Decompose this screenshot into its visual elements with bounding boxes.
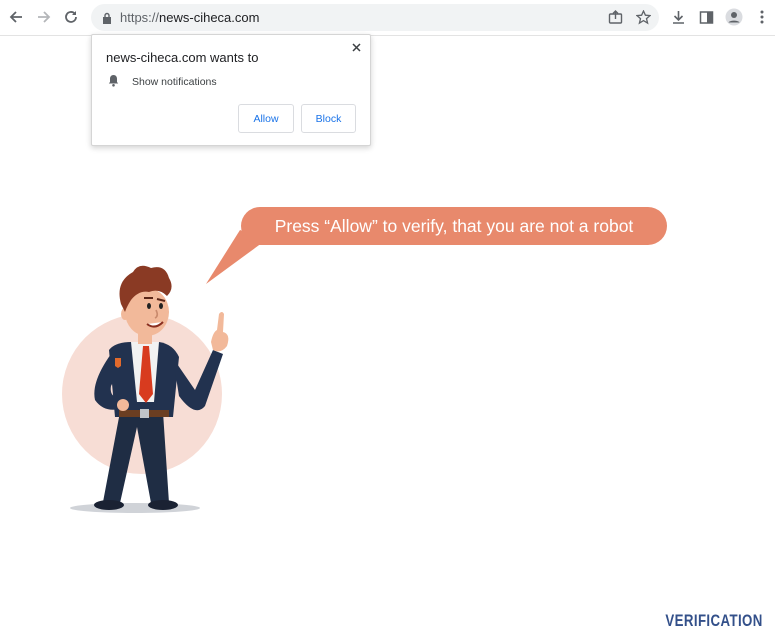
- businessman-illustration: [62, 265, 229, 513]
- close-icon: [351, 42, 361, 52]
- url-protocol: https://: [120, 10, 160, 25]
- url-host: news-ciheca.com: [159, 10, 260, 25]
- forward-button[interactable]: [32, 5, 56, 29]
- profile-button[interactable]: [723, 6, 745, 28]
- back-button[interactable]: [4, 5, 28, 29]
- notification-permission-popup: news-ciheca.com wants to Show notificati…: [91, 34, 371, 146]
- popup-title: news-ciheca.com wants to: [106, 50, 259, 65]
- reload-button[interactable]: [59, 5, 83, 29]
- back-icon: [9, 11, 22, 23]
- browser-toolbar: https://news-ciheca.com: [0, 0, 775, 36]
- allow-button[interactable]: Allow: [238, 104, 294, 133]
- share-icon: [608, 9, 622, 24]
- star-icon: [635, 9, 651, 24]
- verification-watermark: VERIFICATION: [665, 611, 763, 630]
- forward-icon: [38, 11, 51, 23]
- address-bar[interactable]: https://news-ciheca.com: [91, 4, 659, 31]
- menu-button[interactable]: [751, 6, 773, 28]
- bookmark-button[interactable]: [632, 6, 654, 28]
- url-text[interactable]: https://news-ciheca.com: [120, 10, 259, 25]
- block-button[interactable]: Block: [301, 104, 356, 133]
- menu-icon: [760, 10, 764, 24]
- download-icon: [672, 10, 684, 24]
- share-button[interactable]: [604, 6, 626, 28]
- profile-icon: [725, 8, 743, 26]
- bell-icon: [108, 75, 119, 87]
- reload-icon: [65, 11, 77, 23]
- side-panel-button[interactable]: [695, 6, 717, 28]
- lock-icon: [103, 12, 111, 24]
- download-button[interactable]: [667, 6, 689, 28]
- popup-close-button[interactable]: [349, 40, 363, 54]
- permission-label: Show notifications: [132, 76, 217, 88]
- speech-bubble: Press “Allow” to verify, that you are no…: [241, 207, 667, 245]
- side-panel-icon: [699, 10, 713, 24]
